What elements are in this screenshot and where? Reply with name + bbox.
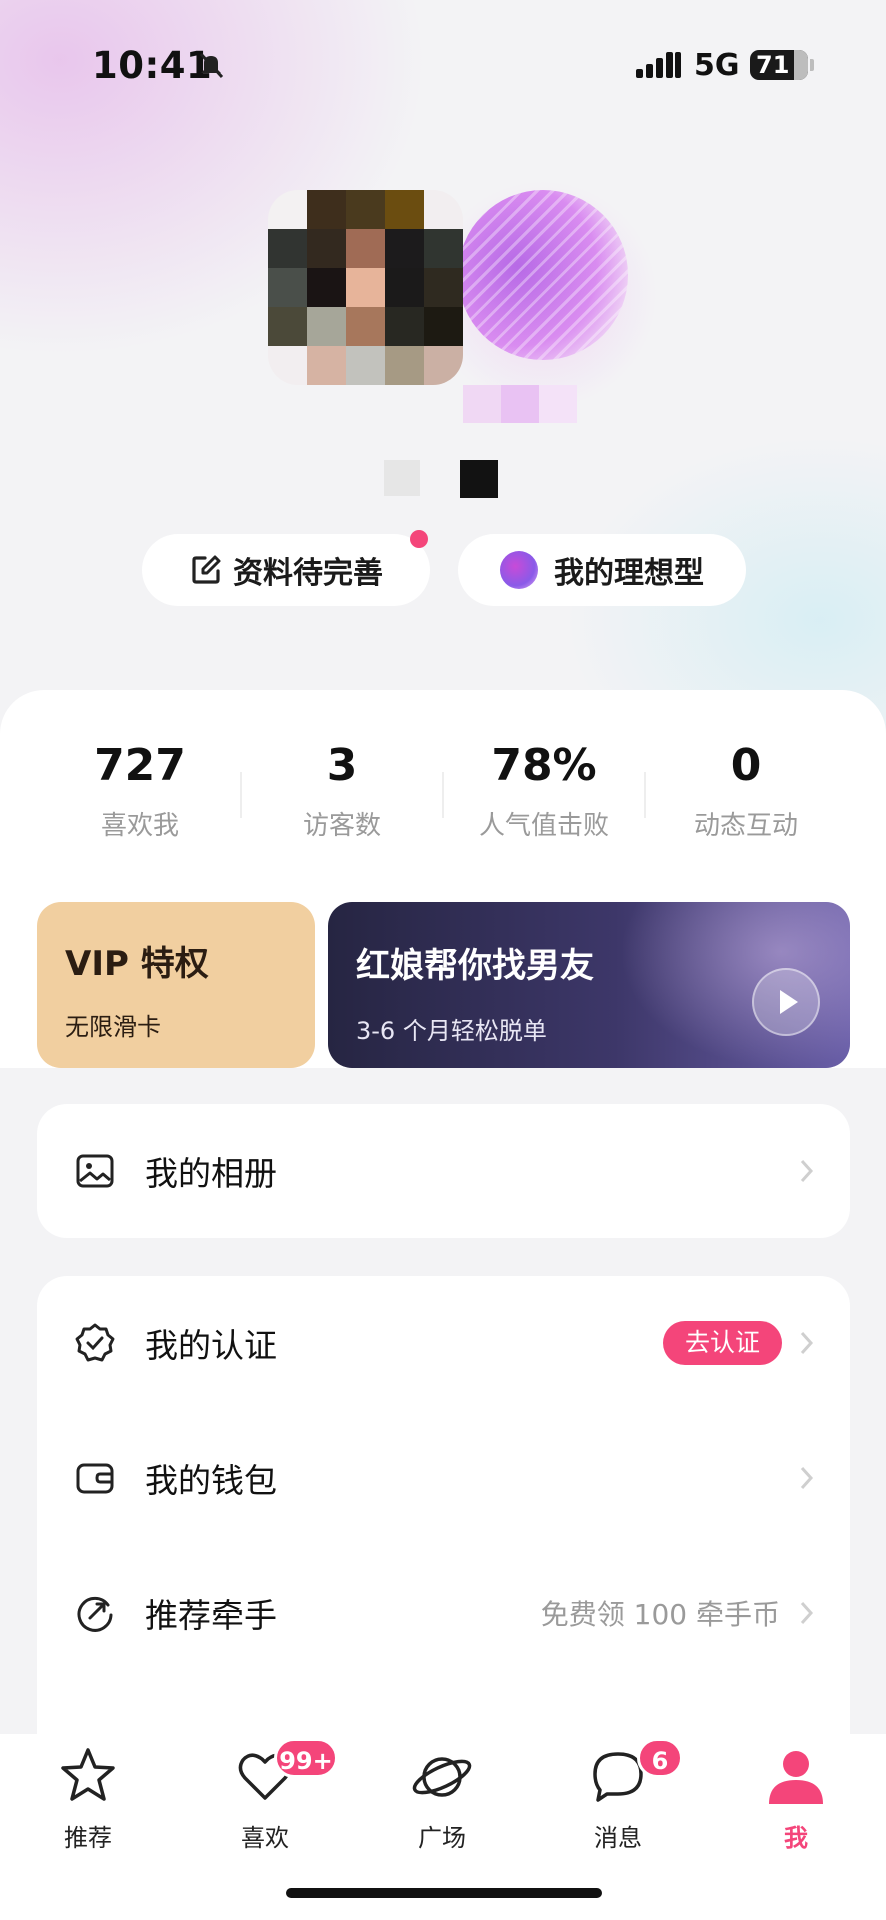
ideal-type-icon bbox=[500, 551, 538, 589]
planet-icon bbox=[412, 1757, 472, 1797]
ideal-type-orb bbox=[458, 190, 628, 360]
tab-label: 消息 bbox=[594, 1824, 642, 1852]
menu-label: 我的钱包 bbox=[145, 1461, 277, 1500]
stat-value: 3 bbox=[326, 740, 358, 791]
network-type: 5G bbox=[694, 48, 740, 83]
menu-item-verification[interactable]: 我的认证 去认证 bbox=[37, 1288, 850, 1398]
menu-item-wallet[interactable]: 我的钱包 bbox=[37, 1423, 850, 1533]
stat-label: 人气值击败 bbox=[478, 811, 609, 841]
album-icon bbox=[76, 1154, 114, 1188]
stat-value: 78% bbox=[491, 740, 597, 791]
chevron-right-icon bbox=[800, 1331, 814, 1355]
likes-count-badge: 99+ bbox=[274, 1738, 338, 1778]
stat-label: 动态互动 bbox=[693, 811, 798, 841]
menu-item-referral[interactable]: 推荐牵手 免费领 100 牵手币 bbox=[37, 1558, 850, 1668]
stat-label: 喜欢我 bbox=[100, 811, 179, 841]
verify-now-badge[interactable]: 去认证 bbox=[662, 1321, 782, 1365]
battery-level: 71 bbox=[756, 51, 790, 79]
stat-visitors[interactable]: 3 访客数 bbox=[242, 740, 442, 842]
person-icon bbox=[769, 1751, 823, 1804]
tab-recommend[interactable]: 推荐 bbox=[28, 1744, 148, 1853]
avatar-photo bbox=[268, 190, 463, 385]
tab-label: 推荐 bbox=[64, 1824, 112, 1852]
star-icon bbox=[61, 1748, 115, 1801]
verified-badge-icon bbox=[75, 1323, 115, 1362]
status-bar: 10:41 5G 71 bbox=[0, 40, 886, 90]
menu-item-album[interactable]: 我的相册 bbox=[37, 1116, 850, 1226]
stat-label: 访客数 bbox=[302, 811, 381, 841]
ideal-type-button[interactable]: 我的理想型 bbox=[458, 534, 746, 606]
battery-icon: 71 bbox=[750, 50, 808, 80]
edit-profile-button[interactable]: 资料待完善 bbox=[142, 534, 430, 606]
tab-me[interactable]: 我 bbox=[736, 1744, 856, 1853]
edit-icon bbox=[192, 555, 221, 584]
profile-avatar[interactable] bbox=[268, 180, 658, 423]
stat-interactions[interactable]: 0 动态互动 bbox=[646, 740, 846, 842]
nickname-pixel-2 bbox=[460, 460, 498, 498]
tab-label: 喜欢 bbox=[241, 1824, 289, 1852]
ideal-type-label: 我的理想型 bbox=[554, 556, 704, 591]
edit-profile-label: 资料待完善 bbox=[233, 556, 383, 591]
chevron-right-icon bbox=[800, 1466, 814, 1490]
notification-dot bbox=[410, 530, 428, 548]
stat-likes-me[interactable]: 727 喜欢我 bbox=[40, 740, 240, 842]
tab-label: 我 bbox=[784, 1824, 808, 1852]
stat-value: 0 bbox=[730, 740, 762, 791]
album-card: 我的相册 bbox=[37, 1104, 850, 1238]
chevron-right-icon bbox=[800, 1159, 814, 1183]
menu-label: 我的认证 bbox=[145, 1326, 277, 1365]
home-indicator[interactable] bbox=[286, 1888, 602, 1898]
menu-label: 推荐牵手 bbox=[145, 1596, 277, 1635]
signal-icon bbox=[636, 52, 681, 78]
stat-popularity[interactable]: 78% 人气值击败 bbox=[444, 740, 644, 842]
menu-label: 我的相册 bbox=[145, 1154, 277, 1193]
vip-title: VIP 特权 bbox=[65, 944, 209, 984]
vip-card[interactable]: VIP 特权 无限滑卡 bbox=[37, 902, 315, 1068]
play-icon[interactable] bbox=[752, 968, 820, 1036]
tab-plaza[interactable]: 广场 bbox=[382, 1744, 502, 1853]
vip-subtitle: 无限滑卡 bbox=[65, 1013, 161, 1041]
messages-count-badge: 6 bbox=[637, 1738, 683, 1778]
tab-label: 广场 bbox=[418, 1824, 466, 1852]
wallet-icon bbox=[76, 1463, 114, 1494]
settings-card: 我的认证 去认证 我的钱包 推荐牵手 免费领 100 牵手币 bbox=[37, 1276, 850, 1796]
nickname-pixel-1 bbox=[384, 460, 420, 496]
referral-reward: 免费领 100 牵手币 bbox=[540, 1598, 780, 1631]
stat-value: 727 bbox=[94, 740, 186, 791]
chevron-right-icon bbox=[800, 1601, 814, 1625]
mute-bell-icon bbox=[199, 52, 224, 79]
referral-icon bbox=[77, 1596, 113, 1632]
status-time: 10:41 bbox=[92, 44, 213, 87]
